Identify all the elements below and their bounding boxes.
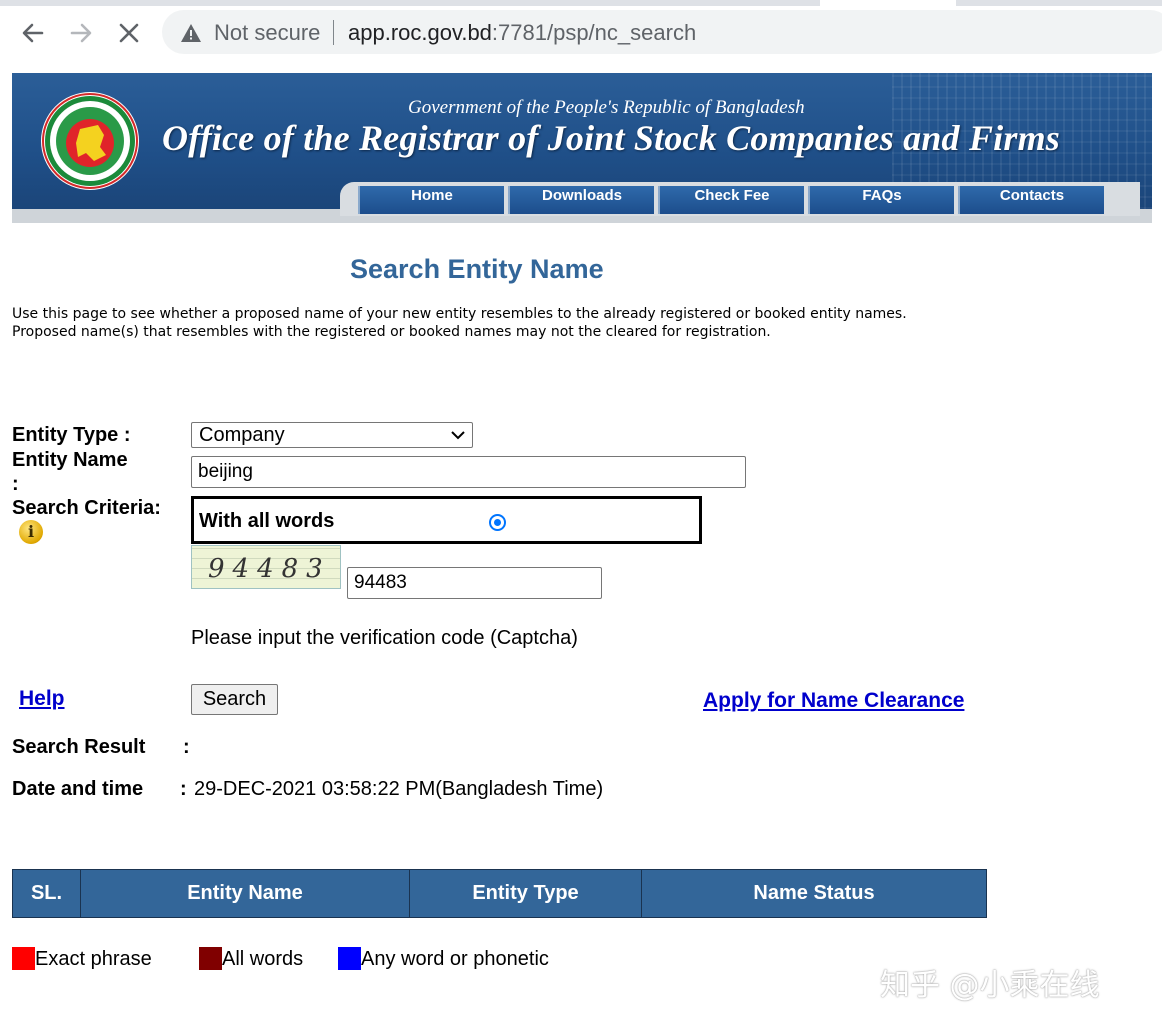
search-button[interactable]: Search bbox=[191, 684, 278, 715]
forward-arrow-icon[interactable] bbox=[64, 18, 98, 48]
info-icon[interactable]: i bbox=[19, 520, 43, 544]
menu-contacts[interactable]: Contacts bbox=[958, 186, 1104, 214]
entity-type-value: Company bbox=[199, 424, 285, 446]
legend-swatch-maroon bbox=[199, 947, 222, 970]
intro-line-2: Proposed name(s) that resembles with the… bbox=[12, 324, 771, 340]
search-criteria-box: With all words bbox=[191, 496, 702, 544]
url-text[interactable]: app.roc.gov.bd:7781/psp/nc_search bbox=[348, 20, 696, 46]
browser-toolbar: Not secure app.roc.gov.bd:7781/psp/nc_se… bbox=[0, 6, 1162, 61]
page-intro: Use this page to see whether a proposed … bbox=[12, 305, 1012, 341]
date-time-colon: : bbox=[180, 778, 187, 800]
menu-downloads[interactable]: Downloads bbox=[508, 186, 654, 214]
government-subtitle: Government of the People's Republic of B… bbox=[408, 97, 805, 118]
office-title: Office of the Registrar of Joint Stock C… bbox=[162, 118, 1060, 158]
entity-type-label: Entity Type : bbox=[12, 424, 131, 446]
column-header-entity-type: Entity Type bbox=[410, 870, 642, 917]
legend-all-words: All words bbox=[199, 947, 303, 971]
back-arrow-icon[interactable] bbox=[16, 18, 50, 48]
page-title: Search Entity Name bbox=[350, 254, 604, 284]
entity-type-select[interactable]: Company bbox=[191, 422, 473, 448]
legend-swatch-red bbox=[12, 947, 35, 970]
menu-home[interactable]: Home bbox=[358, 186, 504, 214]
apply-name-clearance-link[interactable]: Apply for Name Clearance bbox=[703, 689, 964, 713]
captcha-image: 94483 bbox=[191, 545, 341, 589]
result-table-header: SL. Entity Name Entity Type Name Status bbox=[12, 869, 987, 918]
url-path: :7781/psp/nc_search bbox=[491, 20, 697, 45]
chevron-down-icon bbox=[451, 431, 465, 440]
watermark-text: 知乎 @小乘在线 bbox=[880, 968, 1100, 1003]
column-header-name-status: Name Status bbox=[753, 882, 875, 904]
search-result-label: Search Result bbox=[12, 736, 146, 758]
intro-line-1: Use this page to see whether a proposed … bbox=[12, 306, 907, 322]
menu-faqs[interactable]: FAQs bbox=[808, 186, 954, 214]
address-bar[interactable]: Not secure app.roc.gov.bd:7781/psp/nc_se… bbox=[162, 10, 1162, 54]
search-result-colon: : bbox=[183, 736, 190, 758]
url-host: app.roc.gov.bd bbox=[348, 20, 492, 45]
criteria-radio[interactable] bbox=[489, 514, 506, 531]
warning-icon bbox=[181, 24, 201, 42]
search-criteria-label: Search Criteria: bbox=[12, 497, 161, 519]
entity-name-label: Entity Name bbox=[12, 449, 128, 471]
captcha-hint: Please input the verification code (Capt… bbox=[191, 627, 578, 649]
entity-name-colon: : bbox=[12, 473, 19, 495]
legend-label: Any word or phonetic bbox=[361, 948, 549, 970]
menu-check-fee[interactable]: Check Fee bbox=[658, 186, 804, 214]
date-time-value: 29-DEC-2021 03:58:22 PM(Bangladesh Time) bbox=[194, 778, 604, 800]
column-header-sl: SL. bbox=[13, 870, 81, 917]
date-time-label: Date and time bbox=[12, 778, 144, 800]
captcha-code: 94483 bbox=[208, 554, 331, 584]
stop-loading-icon[interactable] bbox=[112, 18, 146, 48]
address-separator bbox=[333, 20, 334, 45]
legend-swatch-blue bbox=[338, 947, 361, 970]
government-seal-icon bbox=[41, 92, 139, 190]
column-header-entity-name: Entity Name bbox=[81, 870, 410, 917]
captcha-input[interactable] bbox=[347, 567, 602, 599]
main-menu: Home Downloads Check Fee FAQs Contacts bbox=[340, 182, 1140, 216]
legend-label: All words bbox=[222, 948, 304, 970]
legend-label: Exact phrase bbox=[35, 948, 152, 970]
not-secure-label[interactable]: Not secure bbox=[214, 20, 320, 46]
help-link[interactable]: Help bbox=[19, 687, 65, 711]
legend-exact-phrase: Exact phrase bbox=[12, 947, 152, 971]
entity-name-input[interactable] bbox=[191, 456, 746, 488]
legend-any-word: Any word or phonetic bbox=[338, 947, 549, 971]
criteria-option-label: With all words bbox=[199, 510, 335, 532]
